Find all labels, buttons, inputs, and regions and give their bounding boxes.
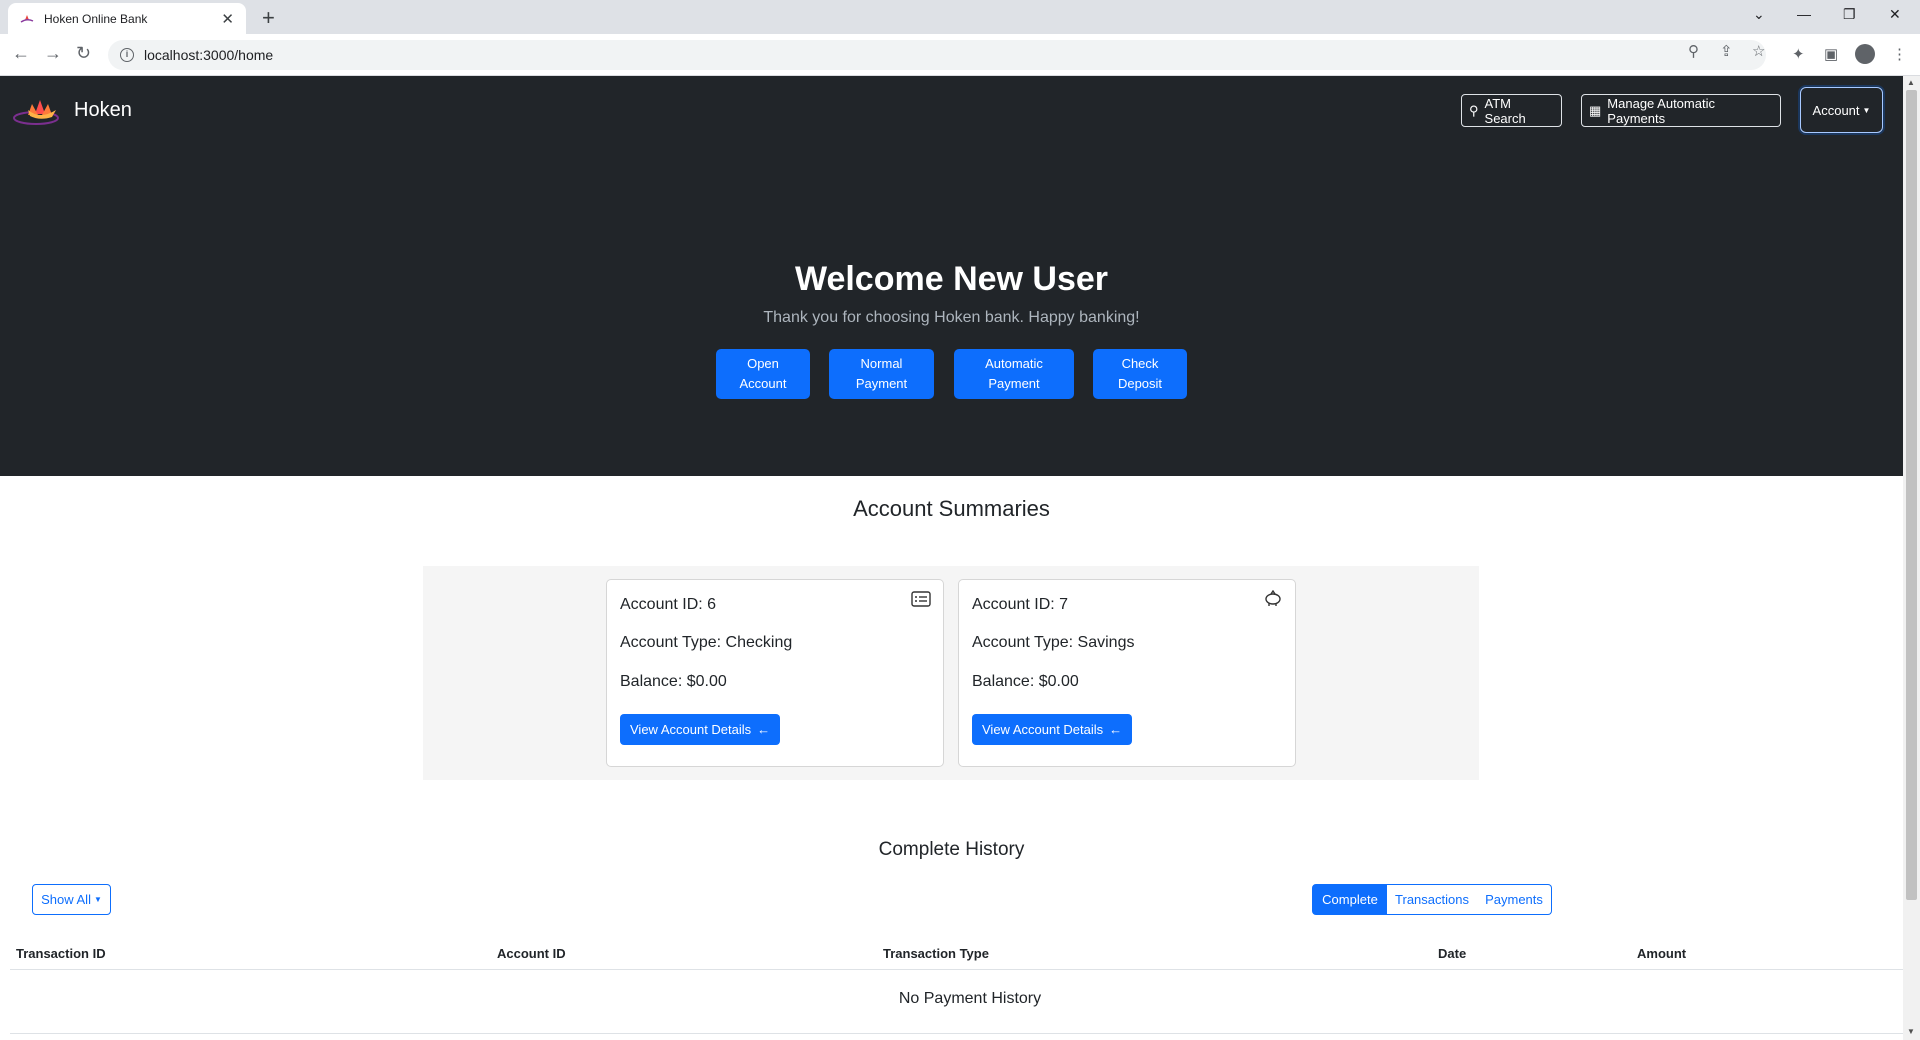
automatic-payment-label-1: Automatic — [985, 356, 1043, 371]
table-header-divider — [10, 969, 1903, 970]
page-scrollbar[interactable]: ▲ ▼ — [1903, 76, 1920, 1040]
check-deposit-button[interactable]: Check Deposit — [1093, 349, 1187, 399]
calendar-icon: ▦ — [1589, 102, 1602, 118]
card-list-icon — [911, 591, 931, 607]
arrow-left-icon: ← — [757, 722, 771, 737]
piggy-bank-icon — [1265, 590, 1281, 606]
tab-transactions[interactable]: Transactions — [1387, 884, 1478, 915]
scroll-up-icon[interactable]: ▲ — [1907, 78, 1915, 87]
account-card-checking: Account ID: 6 Account Type: Checking Bal… — [606, 579, 944, 767]
close-tab-icon[interactable]: ✕ — [221, 10, 234, 28]
table-bottom-divider — [10, 1033, 1903, 1034]
view-account-details-button[interactable]: View Account Details ← — [620, 714, 781, 745]
column-header-date: Date — [1438, 946, 1467, 961]
hoken-favicon-icon — [20, 14, 34, 23]
tab-search-chevron-icon[interactable]: ⌄ — [1753, 6, 1765, 23]
empty-history-message: No Payment History — [898, 990, 1042, 1007]
reload-icon[interactable]: ↻ — [76, 43, 91, 64]
account-type: Account Type: Checking — [620, 634, 793, 651]
account-id: Account ID: 6 — [620, 596, 717, 613]
open-account-label-1: Open — [747, 356, 779, 371]
check-deposit-label-2: Deposit — [1117, 376, 1163, 391]
account-card-savings: Account ID: 7 Account Type: Savings Bala… — [958, 579, 1296, 767]
tab-payments[interactable]: Payments — [1477, 884, 1552, 915]
atm-search-label: ATM Search — [1484, 95, 1526, 126]
tab-complete[interactable]: Complete — [1312, 884, 1388, 915]
automatic-payment-label-2: Payment — [988, 376, 1040, 391]
complete-history-title: Complete History — [878, 839, 1025, 860]
account-label: Account — [1812, 102, 1860, 118]
account-balance: Balance: $0.00 — [972, 673, 1079, 690]
column-header-transaction-type: Transaction Type — [883, 946, 989, 961]
scroll-down-icon[interactable]: ▼ — [1907, 1027, 1915, 1036]
view-details-label: View Account Details — [982, 722, 1104, 737]
back-icon[interactable]: ← — [12, 43, 30, 64]
browser-menu-icon[interactable]: ⋮ — [1892, 45, 1907, 63]
hoken-lotus-logo-icon — [13, 100, 59, 125]
address-bar[interactable]: i localhost:3000/home — [108, 40, 1766, 70]
site-info-icon[interactable]: i — [120, 48, 134, 62]
column-header-transaction-id: Transaction ID — [16, 946, 106, 961]
manage-payments-label: Manage Automatic Payments — [1607, 95, 1715, 126]
view-account-details-button[interactable]: View Account Details ← — [972, 714, 1133, 745]
account-id: Account ID: 7 — [972, 596, 1069, 613]
show-all-label: Show All — [41, 892, 91, 907]
navbar-brand[interactable]: Hoken — [12, 94, 132, 126]
close-window-icon[interactable]: ✕ — [1889, 6, 1901, 23]
side-panel-icon[interactable]: ▣ — [1824, 45, 1838, 63]
search-icon: ⚲ — [1469, 102, 1479, 118]
arrow-left-icon: ← — [1109, 722, 1123, 737]
forward-icon[interactable]: → — [44, 43, 62, 64]
account-summaries-panel — [423, 566, 1479, 780]
atm-search-button[interactable]: ⚲ ATM Search — [1461, 94, 1562, 127]
page-viewport: Hoken ⚲ ATM Search ▦ Manage Automatic Pa… — [0, 76, 1903, 1040]
account-type: Account Type: Savings — [972, 634, 1135, 651]
hero-title: Welcome New User — [794, 260, 1109, 298]
brand-name: Hoken — [74, 98, 132, 121]
scrollbar-thumb[interactable] — [1906, 90, 1917, 900]
account-summaries-title: Account Summaries — [853, 496, 1050, 521]
profile-avatar-icon[interactable] — [1855, 44, 1875, 64]
column-header-amount: Amount — [1637, 946, 1687, 961]
manage-automatic-payments-button[interactable]: ▦ Manage Automatic Payments — [1581, 94, 1781, 127]
open-account-label-2: Account — [739, 376, 787, 391]
restore-icon[interactable]: ❐ — [1843, 6, 1856, 23]
bookmark-star-icon[interactable]: ☆ — [1752, 42, 1765, 60]
column-header-account-id: Account ID — [497, 946, 566, 961]
normal-payment-button[interactable]: Normal Payment — [829, 349, 934, 399]
zoom-icon[interactable]: ⚲ — [1688, 42, 1699, 60]
new-tab-icon[interactable]: + — [262, 5, 275, 31]
check-deposit-label-1: Check — [1121, 356, 1159, 371]
browser-tab-strip: Hoken Online Bank ✕ + ⌄ — ❐ ✕ — [0, 0, 1920, 34]
caret-down-icon: ▼ — [93, 895, 102, 904]
show-all-dropdown[interactable]: Show All ▼ — [32, 884, 111, 915]
account-balance: Balance: $0.00 — [620, 673, 727, 690]
address-url: localhost:3000/home — [144, 47, 274, 63]
extensions-icon[interactable]: ✦ — [1792, 45, 1805, 63]
normal-payment-label-2: Payment — [855, 376, 908, 391]
open-account-button[interactable]: Open Account — [716, 349, 810, 399]
caret-down-icon: ▼ — [1862, 105, 1871, 115]
browser-tab[interactable]: Hoken Online Bank ✕ — [8, 3, 246, 34]
minimize-icon[interactable]: — — [1797, 6, 1811, 22]
browser-tab-title: Hoken Online Bank — [44, 11, 148, 26]
hero-subtitle: Thank you for choosing Hoken bank. Happy… — [763, 309, 1140, 326]
view-details-label: View Account Details — [630, 722, 752, 737]
account-dropdown-button[interactable]: Account ▼ — [1800, 87, 1883, 133]
automatic-payment-button[interactable]: Automatic Payment — [954, 349, 1074, 399]
browser-toolbar: ← → ↻ i localhost:3000/home ⚲ ⇪ ☆ ✦ ▣ ⋮ — [0, 34, 1920, 76]
share-icon[interactable]: ⇪ — [1720, 42, 1733, 60]
normal-payment-label-1: Normal — [860, 356, 903, 371]
hero-section: Hoken ⚲ ATM Search ▦ Manage Automatic Pa… — [0, 76, 1903, 476]
